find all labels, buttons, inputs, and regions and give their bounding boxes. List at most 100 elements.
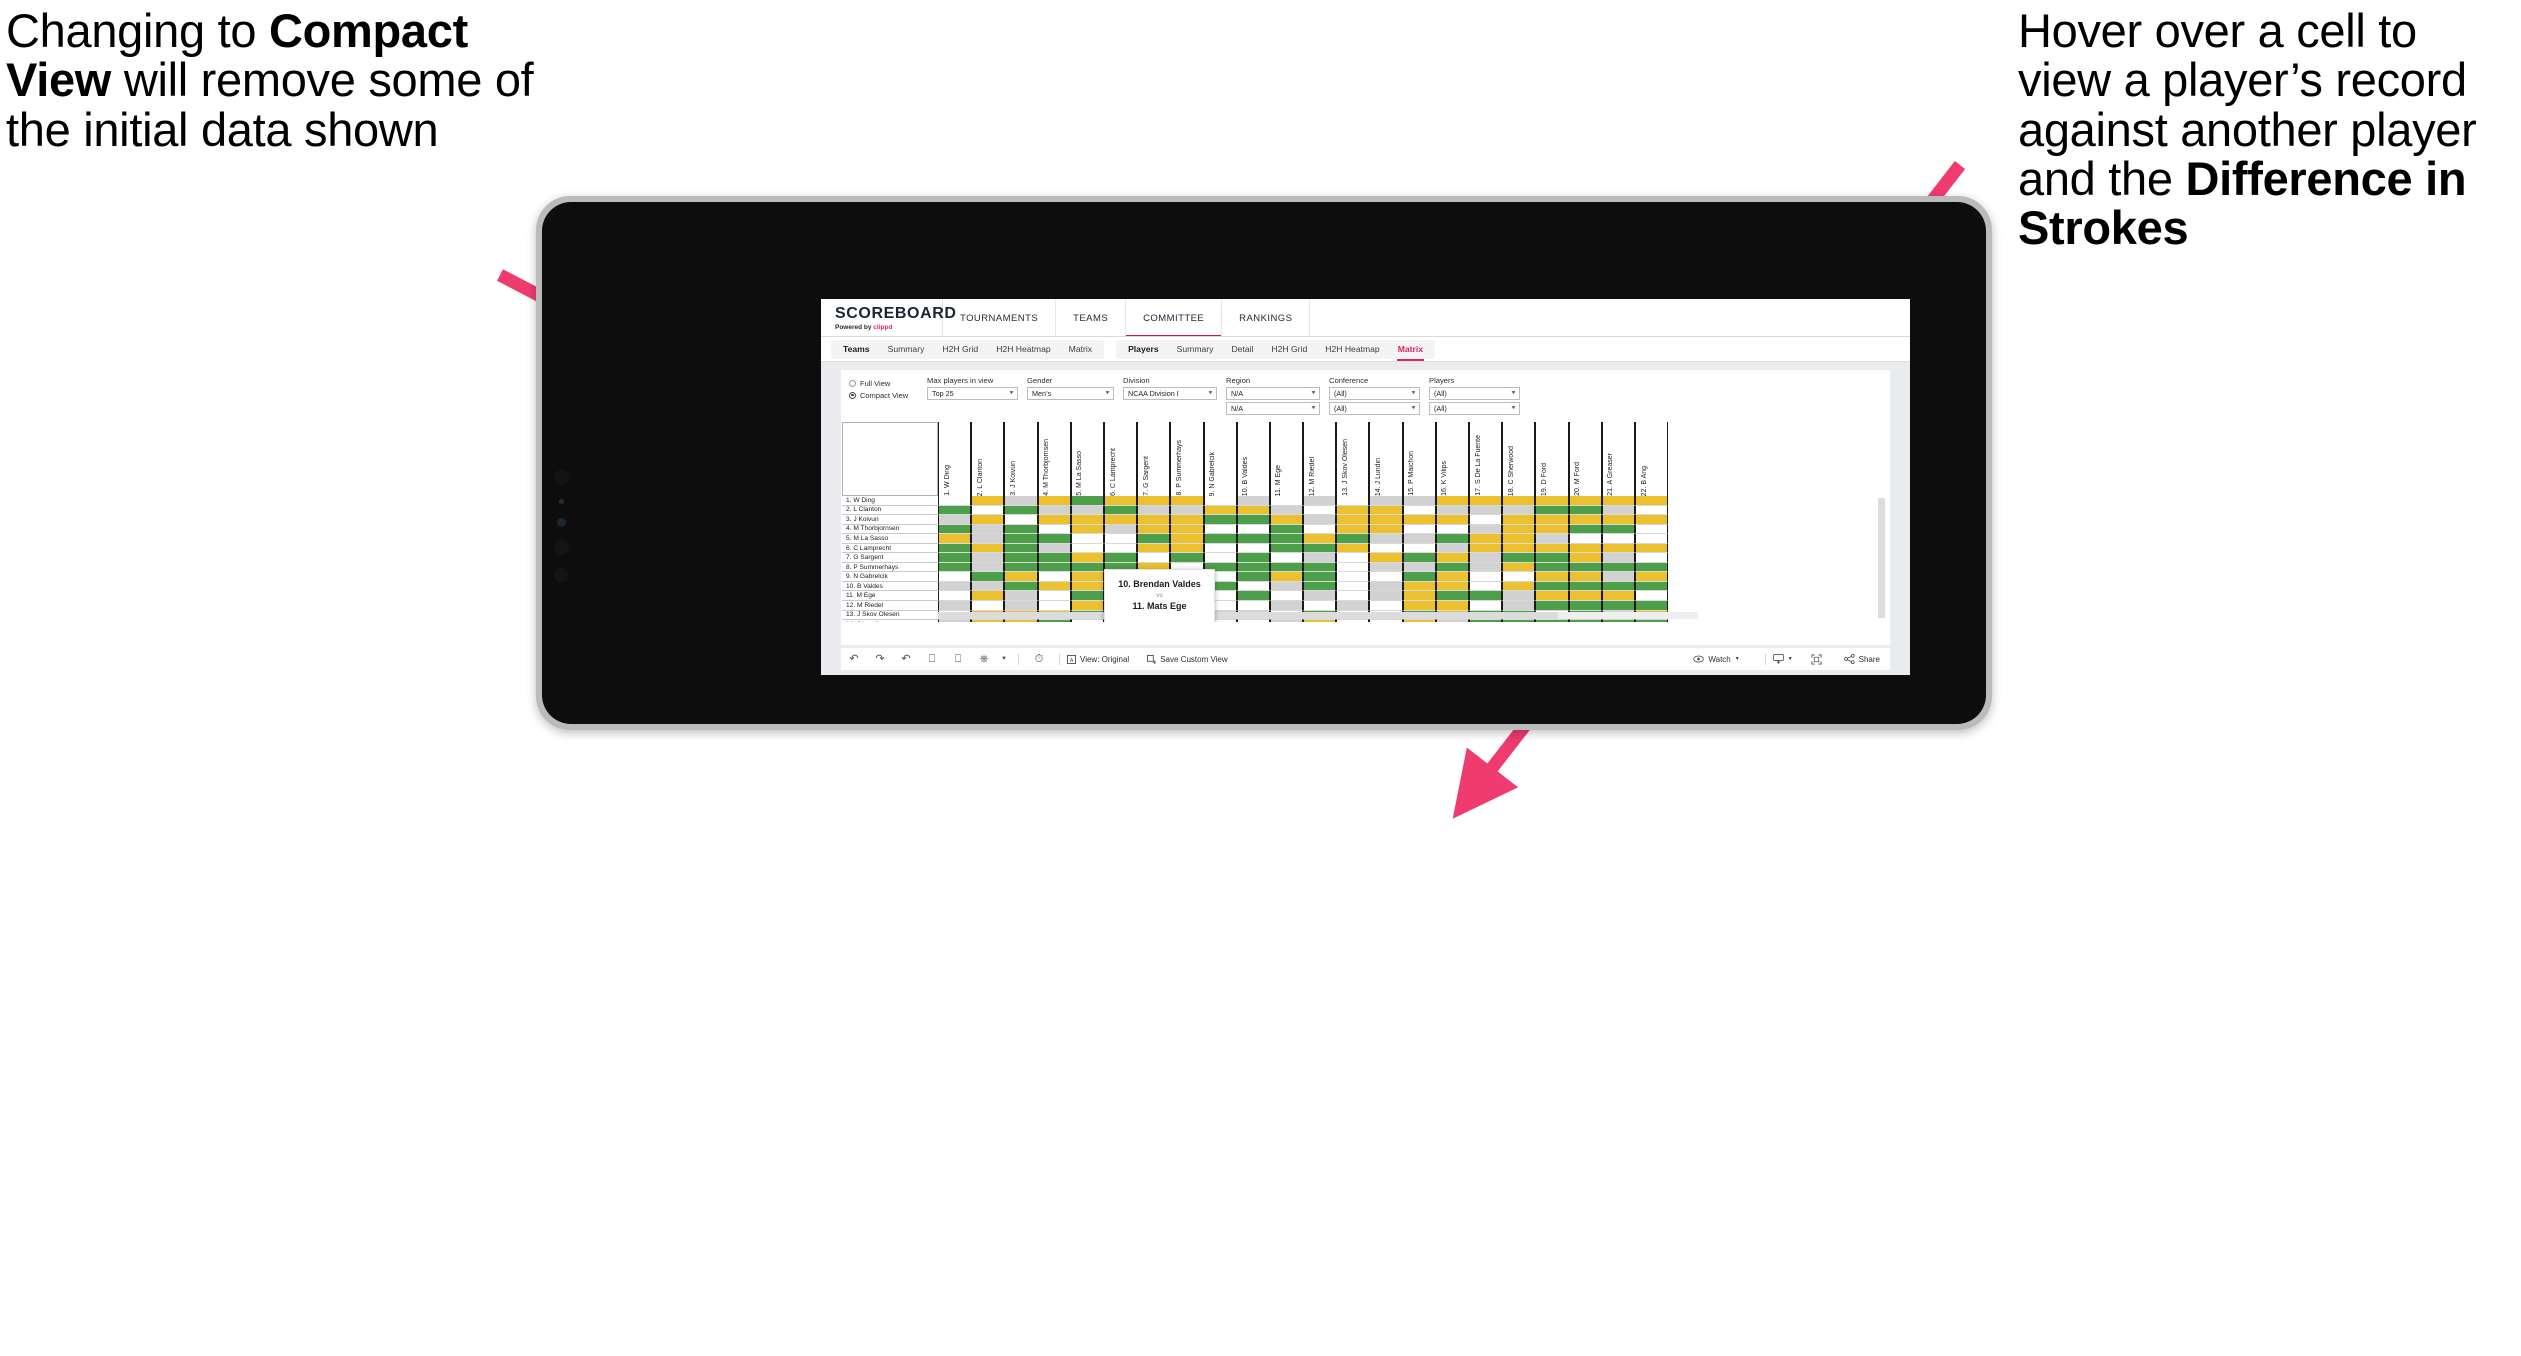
matrix-cell[interactable] [1269, 534, 1304, 544]
matrix-cell[interactable] [1535, 601, 1569, 611]
matrix-cell[interactable] [1369, 562, 1403, 573]
matrix-cell[interactable] [1469, 515, 1503, 525]
matrix-cell[interactable] [1634, 543, 1669, 554]
matrix-cell[interactable] [938, 543, 972, 554]
matrix-cell[interactable] [1269, 543, 1304, 554]
matrix-cell[interactable] [1004, 534, 1038, 544]
matrix-cell[interactable] [1369, 581, 1403, 592]
matrix-cell[interactable] [1336, 496, 1370, 506]
matrix-cell[interactable] [1535, 572, 1569, 582]
sub-nav-h2h-grid[interactable]: H2H Grid [933, 340, 987, 359]
matrix-cell[interactable] [1336, 553, 1370, 563]
matrix-cell[interactable] [1568, 515, 1602, 525]
matrix-cell[interactable] [1469, 496, 1503, 506]
matrix-cell[interactable] [1170, 496, 1204, 506]
matrix-cell[interactable] [1601, 572, 1635, 582]
filter-select[interactable]: N/A ▼ [1226, 387, 1320, 400]
matrix-cell[interactable] [1236, 553, 1270, 563]
matrix-cell[interactable] [1336, 524, 1370, 535]
matrix-cell[interactable] [1402, 553, 1436, 563]
matrix-cell[interactable] [938, 601, 972, 611]
matrix-cell[interactable] [1634, 553, 1669, 563]
matrix-cell[interactable] [1070, 553, 1104, 563]
matrix-cell[interactable] [1170, 534, 1204, 544]
matrix-cell[interactable] [1601, 524, 1635, 535]
matrix-cell[interactable] [1203, 496, 1237, 506]
matrix-cell[interactable] [938, 581, 972, 592]
matrix-cell[interactable] [1336, 620, 1370, 622]
chevron-down-icon[interactable]: ▼ [1510, 406, 1516, 411]
matrix-cell[interactable] [1502, 505, 1536, 516]
matrix-cell[interactable] [1336, 515, 1370, 525]
matrix-cell[interactable] [1435, 524, 1469, 535]
matrix-cell[interactable] [1070, 505, 1104, 516]
h2h-matrix[interactable]: 1. W Ding 2. L Clanton 3. J Koivun 4. M Tho… [842, 422, 1886, 622]
matrix-cell[interactable] [1634, 515, 1669, 525]
matrix-cell[interactable] [1203, 505, 1237, 516]
matrix-cell[interactable] [1137, 515, 1171, 525]
matrix-cell[interactable] [1269, 620, 1304, 622]
matrix-cell[interactable] [1137, 553, 1171, 563]
matrix-cell[interactable] [1004, 524, 1038, 535]
matrix-cell[interactable] [1236, 562, 1270, 573]
matrix-cell[interactable] [1103, 553, 1138, 563]
matrix-cell[interactable] [1634, 505, 1669, 516]
matrix-cell[interactable] [1103, 505, 1138, 516]
matrix-cell[interactable] [971, 601, 1005, 611]
matrix-cell[interactable] [1369, 524, 1403, 535]
sub-nav-players[interactable]: Players [1119, 340, 1168, 359]
redo-icon[interactable]: ↷ [867, 653, 893, 665]
filter-select[interactable]: (All) ▼ [1429, 402, 1520, 415]
sub-nav-summary[interactable]: Summary [879, 340, 934, 359]
matrix-cell[interactable] [1269, 496, 1304, 506]
matrix-cell[interactable] [1303, 620, 1337, 622]
matrix-cell[interactable] [1435, 562, 1469, 573]
matrix-cell[interactable] [1435, 601, 1469, 611]
matrix-horizontal-scrollbar[interactable] [938, 612, 1698, 619]
matrix-cell[interactable] [971, 496, 1005, 506]
matrix-cell[interactable] [1568, 543, 1602, 554]
matrix-cell[interactable] [1203, 534, 1237, 544]
matrix-cell[interactable] [1469, 601, 1503, 611]
matrix-cell[interactable] [1402, 572, 1436, 582]
matrix-cell[interactable] [1634, 581, 1669, 592]
matrix-cell[interactable] [1037, 496, 1071, 506]
matrix-cell[interactable] [1004, 543, 1038, 554]
matrix-cell[interactable] [1236, 572, 1270, 582]
matrix-cell[interactable] [1469, 581, 1503, 592]
matrix-cell[interactable] [1103, 515, 1138, 525]
chevron-down-icon[interactable]: ▼ [1410, 406, 1416, 411]
matrix-cell[interactable] [1236, 581, 1270, 592]
matrix-cell[interactable] [1601, 515, 1635, 525]
matrix-cell[interactable] [1369, 534, 1403, 544]
revert-icon[interactable]: ↶ [893, 653, 919, 665]
matrix-cell[interactable] [1502, 591, 1536, 602]
sub-nav-summary[interactable]: Summary [1168, 340, 1223, 359]
matrix-cell[interactable] [1502, 553, 1536, 563]
filter-select[interactable]: (All) ▼ [1329, 402, 1420, 415]
matrix-cell[interactable] [1336, 591, 1370, 602]
radio-compact-view[interactable]: Compact View [849, 389, 927, 401]
matrix-cell[interactable] [1568, 553, 1602, 563]
matrix-cell[interactable] [1634, 572, 1669, 582]
matrix-cell[interactable] [1369, 515, 1403, 525]
matrix-cell[interactable] [1601, 534, 1635, 544]
matrix-cell[interactable] [1435, 620, 1469, 622]
matrix-cell[interactable] [1369, 620, 1403, 622]
matrix-cell[interactable] [1004, 620, 1038, 622]
matrix-cell[interactable] [1634, 601, 1669, 611]
matrix-cell[interactable] [938, 553, 972, 563]
matrix-cell[interactable] [1502, 543, 1536, 554]
matrix-cell[interactable] [1535, 553, 1569, 563]
matrix-vertical-scrollbar[interactable] [1878, 498, 1885, 618]
matrix-cell[interactable] [971, 534, 1005, 544]
matrix-cell[interactable] [1070, 591, 1104, 602]
matrix-cell[interactable] [971, 581, 1005, 592]
matrix-cell[interactable] [938, 496, 972, 506]
chevron-down-icon[interactable]: ▼ [1310, 391, 1316, 396]
matrix-cell[interactable] [1303, 562, 1337, 573]
matrix-cell[interactable] [1236, 505, 1270, 516]
matrix-cell[interactable] [1070, 496, 1104, 506]
matrix-cell[interactable] [1369, 572, 1403, 582]
matrix-cell[interactable] [1269, 553, 1304, 563]
